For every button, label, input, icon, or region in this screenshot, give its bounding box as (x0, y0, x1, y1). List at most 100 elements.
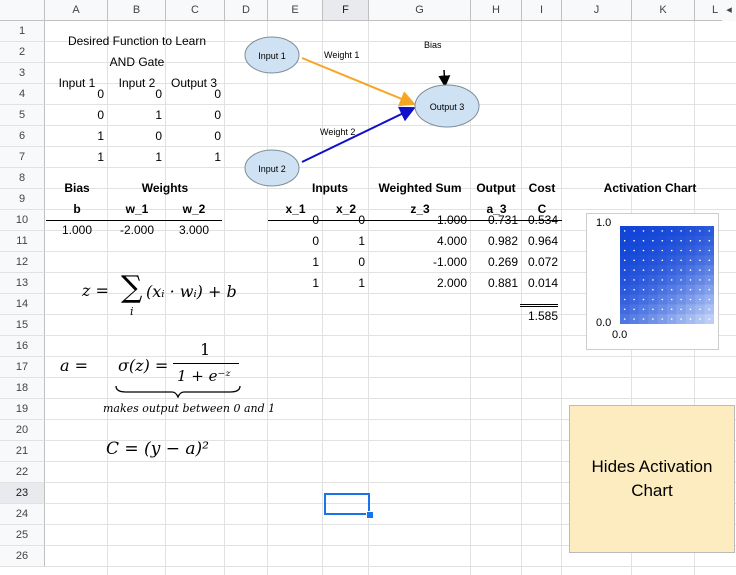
heatmap-point (680, 308, 682, 311)
a-lhs: a = (60, 356, 89, 375)
column-header[interactable]: H (471, 0, 522, 21)
heatmap-point (633, 259, 635, 262)
weight1-edge (301, 57, 416, 107)
truth-input2[interactable]: 0 (108, 84, 162, 105)
truth-input2[interactable]: 0 (108, 126, 162, 147)
heatmap-point (652, 230, 654, 232)
row-header[interactable]: 14 (0, 294, 45, 315)
underbrace (115, 385, 241, 398)
row-header[interactable]: 21 (0, 441, 45, 462)
truth-input1[interactable]: 0 (46, 84, 104, 105)
scroll-left-arrow[interactable]: ◂ (722, 0, 736, 21)
calc-z3[interactable]: 2.000 (369, 273, 467, 294)
calc-cost[interactable]: 0.072 (522, 252, 558, 273)
heatmap-point (670, 288, 673, 291)
param-w1[interactable]: -2.000 (108, 220, 166, 241)
row-header[interactable]: 26 (0, 546, 45, 567)
column-header[interactable]: A (45, 0, 108, 21)
select-all-corner[interactable] (0, 0, 45, 21)
row-header[interactable]: 22 (0, 462, 45, 483)
calc-z3[interactable]: 4.000 (369, 231, 467, 252)
row-header[interactable]: 18 (0, 378, 45, 399)
row-header[interactable]: 17 (0, 357, 45, 378)
row-header[interactable]: 23 (0, 483, 45, 504)
row-header[interactable]: 2 (0, 42, 45, 63)
row-header[interactable]: 5 (0, 105, 45, 126)
fraction-denominator: 1 + e⁻ᶻ (177, 367, 231, 385)
heatmap-point (623, 230, 626, 232)
truth-input1[interactable]: 1 (46, 147, 104, 168)
heatmap-point (633, 318, 635, 320)
calc-x2[interactable]: 0 (323, 252, 365, 273)
truth-output3[interactable]: 0 (166, 84, 221, 105)
heatmap-point (642, 308, 645, 311)
row-header[interactable]: 20 (0, 420, 45, 441)
calc-a3[interactable]: 0.982 (471, 231, 518, 252)
heatmap-point (661, 239, 664, 242)
calc-x1[interactable]: 1 (268, 273, 319, 294)
column-header[interactable]: I (522, 0, 562, 21)
calc-z3[interactable]: 1.000 (369, 210, 467, 231)
row-header[interactable]: 24 (0, 504, 45, 525)
row-header[interactable]: 13 (0, 273, 45, 294)
row-header[interactable]: 3 (0, 63, 45, 84)
truth-output3[interactable]: 0 (166, 105, 221, 126)
truth-input2[interactable]: 1 (108, 147, 162, 168)
row-header[interactable]: 15 (0, 315, 45, 336)
calc-x1[interactable]: 1 (268, 252, 319, 273)
param-w2[interactable]: 3.000 (166, 220, 222, 241)
fill-handle[interactable] (366, 511, 374, 519)
truth-input1[interactable]: 0 (46, 105, 104, 126)
column-header[interactable]: C (166, 0, 225, 21)
row-header[interactable]: 25 (0, 525, 45, 546)
truth-output3[interactable]: 1 (166, 147, 221, 168)
truth-input1[interactable]: 1 (46, 126, 104, 147)
calc-a3[interactable]: 0.881 (471, 273, 518, 294)
row-header[interactable]: 10 (0, 210, 45, 231)
calc-a3[interactable]: 0.731 (471, 210, 518, 231)
row-header[interactable]: 4 (0, 84, 45, 105)
column-header[interactable]: E (268, 0, 323, 21)
row-header[interactable]: 8 (0, 168, 45, 189)
row-header[interactable]: 19 (0, 399, 45, 420)
output3-label: Output 3 (430, 102, 465, 112)
row-header[interactable]: 1 (0, 21, 45, 42)
heatmap-point (652, 308, 654, 311)
calc-a3[interactable]: 0.269 (471, 252, 518, 273)
activation-chart-label: Activation Chart (603, 181, 697, 195)
calc-x2[interactable]: 1 (323, 273, 365, 294)
column-header[interactable]: B (108, 0, 166, 21)
row-header[interactable]: 7 (0, 147, 45, 168)
truth-output3[interactable]: 0 (166, 126, 221, 147)
hides-chart-note[interactable]: Hides Activation Chart (569, 405, 735, 553)
row-header[interactable]: 11 (0, 231, 45, 252)
heatmap-point (623, 288, 626, 291)
heatmap-point (633, 279, 635, 281)
calc-x2[interactable]: 0 (323, 210, 365, 231)
column-header[interactable]: K (632, 0, 695, 21)
total-cost[interactable]: 1.585 (520, 304, 558, 325)
heatmap-point (670, 279, 673, 281)
heatmap-point (708, 230, 711, 232)
column-header[interactable]: J (562, 0, 632, 21)
truth-input2[interactable]: 1 (108, 105, 162, 126)
param-b[interactable]: 1.000 (46, 220, 108, 241)
calc-x1[interactable]: 0 (268, 210, 319, 231)
calc-cost[interactable]: 0.534 (522, 210, 558, 231)
heatmap-point (670, 230, 673, 232)
row-header[interactable]: 6 (0, 126, 45, 147)
calc-z3[interactable]: -1.000 (369, 252, 467, 273)
row-header[interactable]: 12 (0, 252, 45, 273)
column-header[interactable]: F (323, 0, 369, 21)
row-header[interactable]: 9 (0, 189, 45, 210)
calc-cost[interactable]: 0.964 (522, 231, 558, 252)
input2-label: Input 2 (258, 164, 286, 174)
grid-row-line (45, 566, 736, 567)
calc-x1[interactable]: 0 (268, 231, 319, 252)
column-header[interactable]: G (369, 0, 471, 21)
row-header[interactable]: 16 (0, 336, 45, 357)
calc-cost[interactable]: 0.014 (522, 273, 558, 294)
calc-x2[interactable]: 1 (323, 231, 365, 252)
selected-cell[interactable] (324, 493, 370, 515)
column-header[interactable]: D (225, 0, 268, 21)
